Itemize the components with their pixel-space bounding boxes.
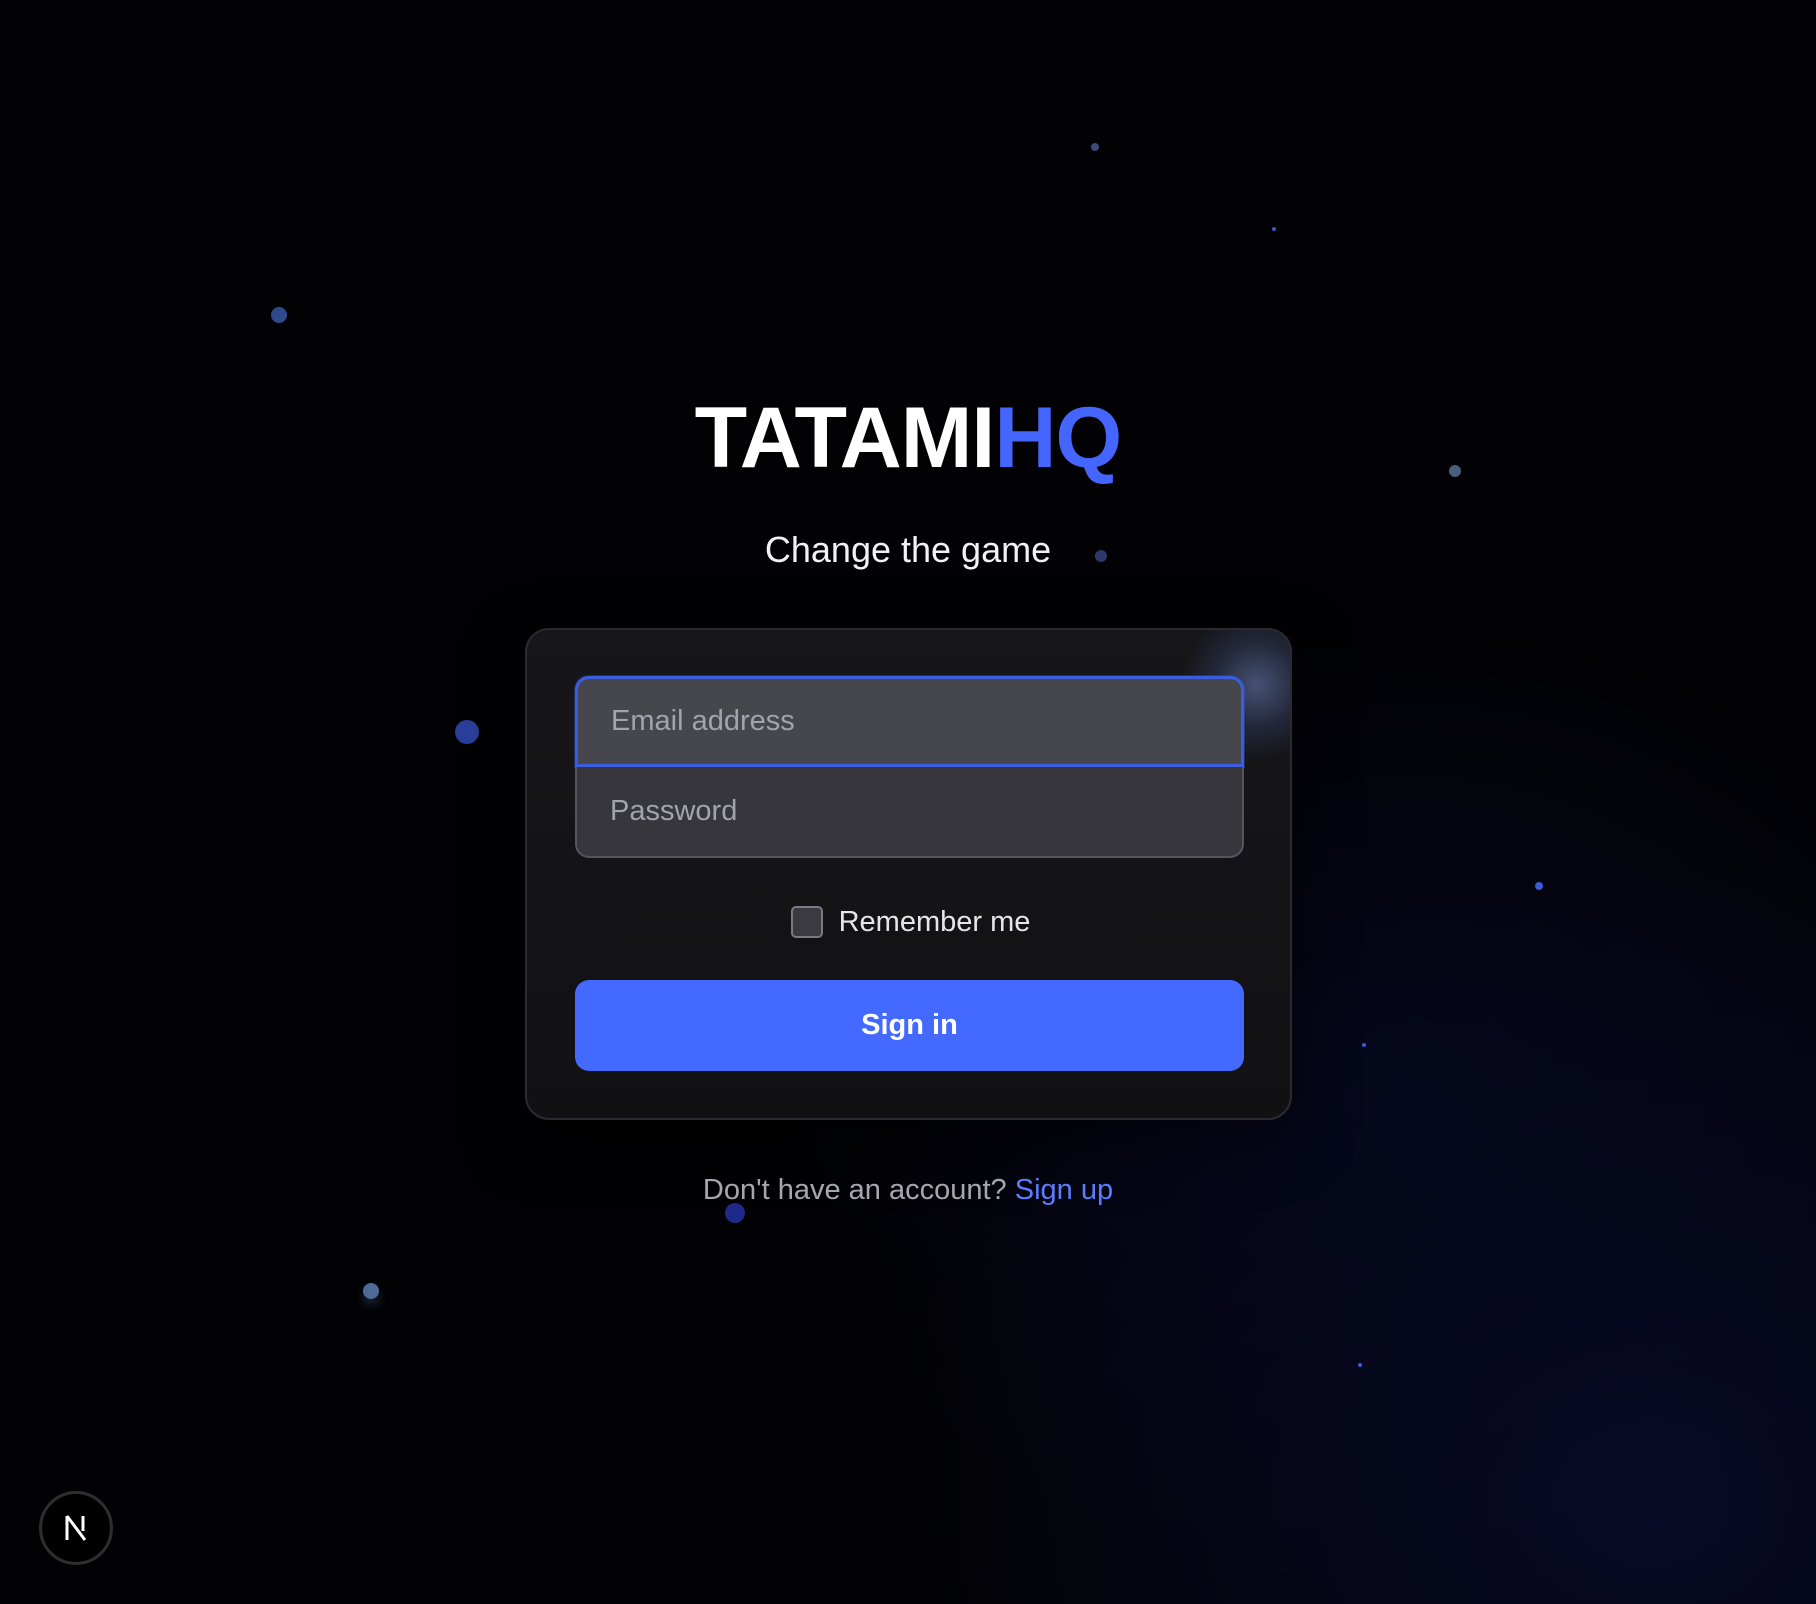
particle [271, 307, 287, 323]
sign-in-button[interactable]: Sign in [575, 980, 1244, 1071]
sign-up-link[interactable]: Sign up [1015, 1174, 1113, 1206]
brand-logo: TATAMIHQ [0, 388, 1816, 488]
particle [363, 1283, 379, 1299]
particle [1362, 1043, 1366, 1047]
nextjs-dev-badge[interactable] [39, 1491, 113, 1565]
tagline: Change the game [764, 529, 1052, 570]
signup-prompt-row: Don't have an account? Sign up [0, 1170, 1816, 1210]
particle [1535, 882, 1543, 890]
particle [1358, 1363, 1362, 1367]
particle [1272, 227, 1276, 231]
password-input[interactable] [575, 767, 1244, 858]
particle [1091, 143, 1099, 151]
signup-prompt-text: Don't have an account? [702, 1174, 1015, 1206]
brand-logo-accent: HQ [994, 390, 1122, 486]
particle [455, 720, 479, 744]
remember-me-row[interactable]: Remember me [527, 903, 1290, 941]
email-input[interactable] [575, 676, 1244, 767]
remember-me-checkbox[interactable] [790, 906, 823, 938]
remember-me-label: Remember me [838, 905, 1031, 938]
nextjs-n-icon [65, 1515, 87, 1541]
brand-logo-primary: TATAMI [694, 390, 996, 486]
login-card: Remember me Sign in [525, 628, 1292, 1120]
